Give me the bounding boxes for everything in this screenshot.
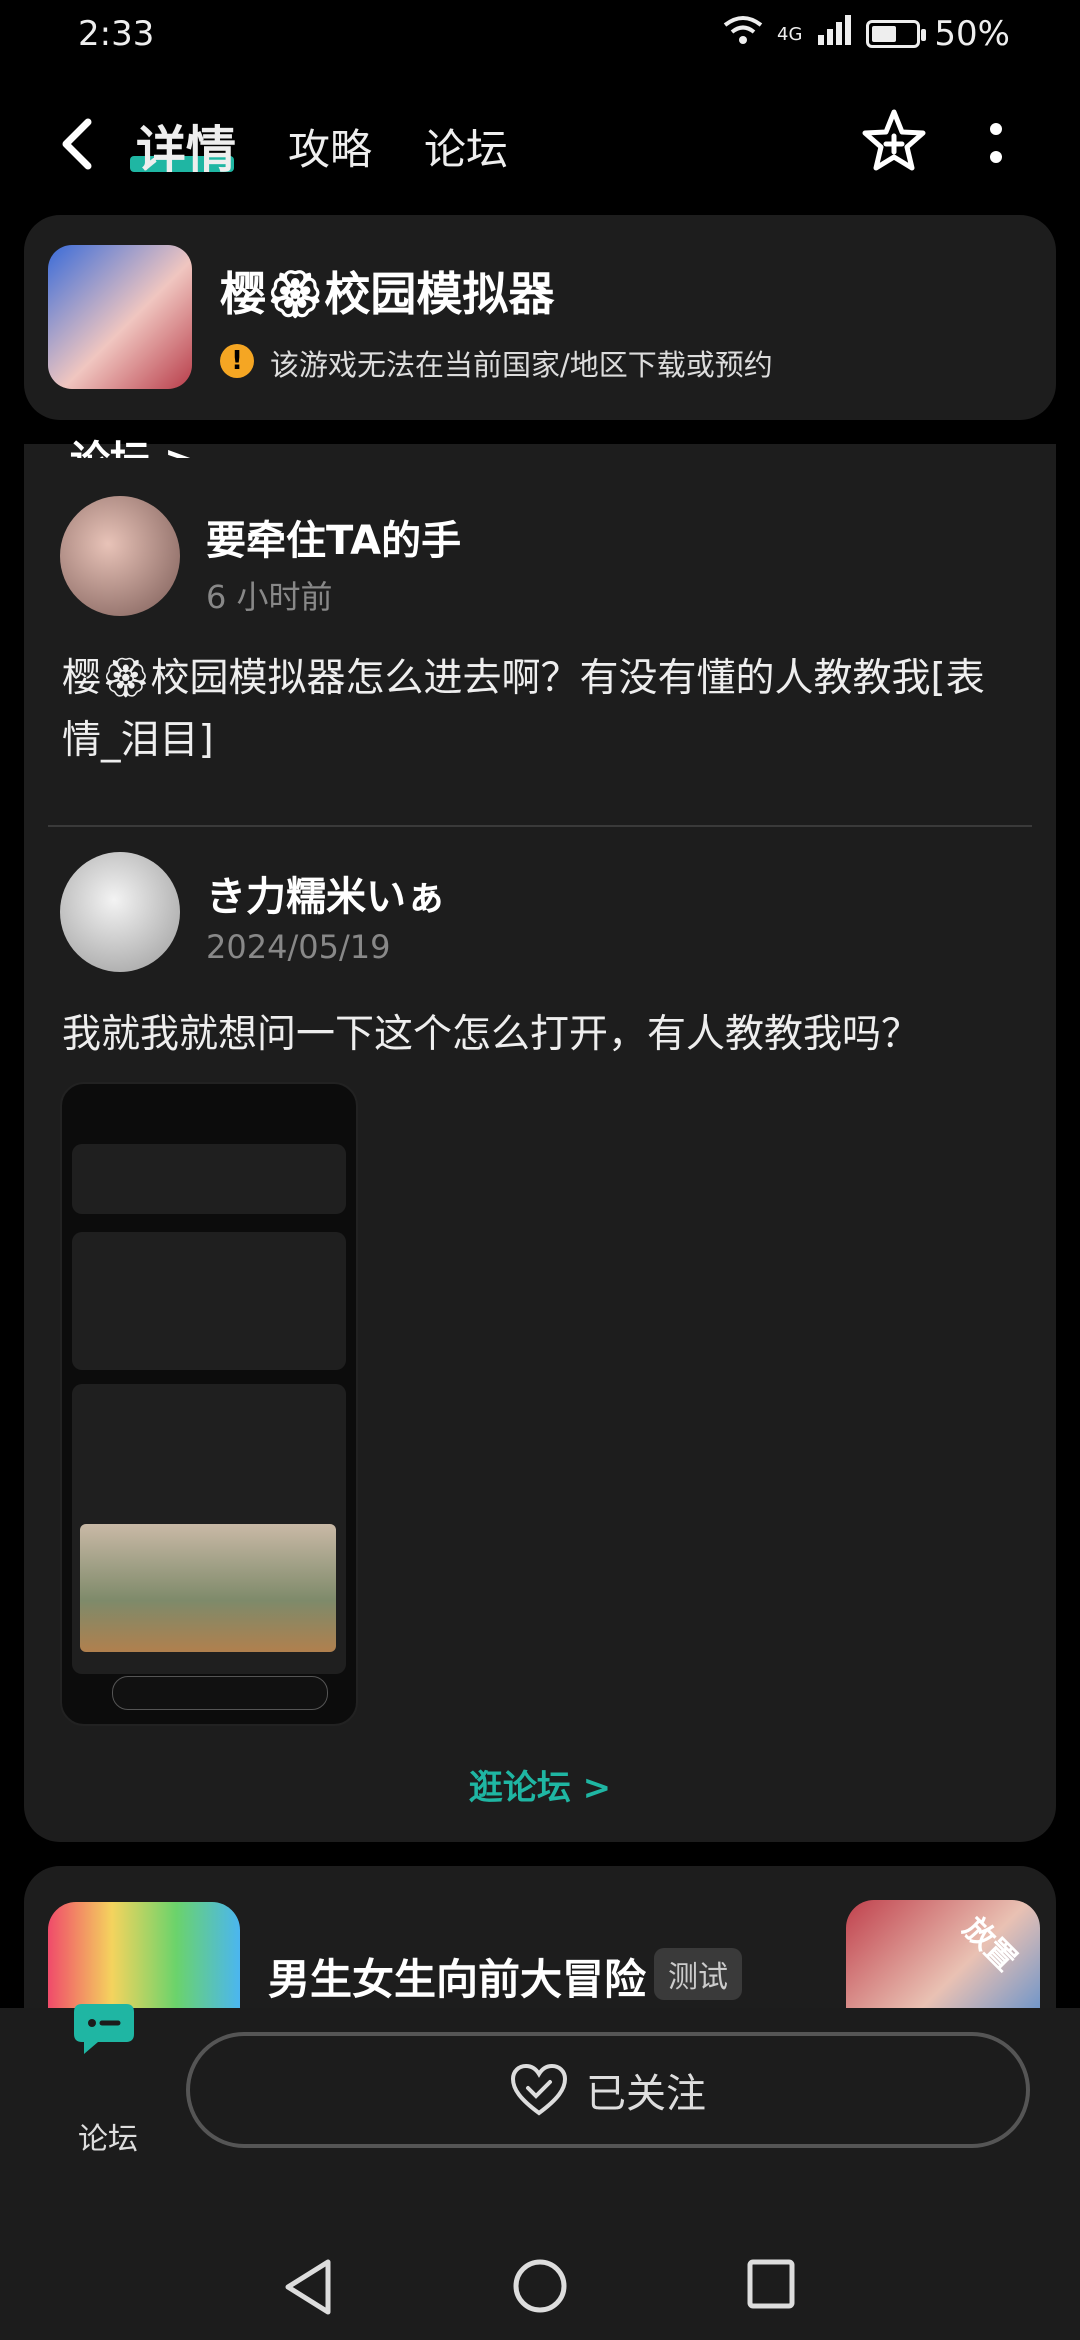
thumb-block [72,1232,346,1370]
star-plus-icon [862,109,926,171]
status-icons: 4G 50% [723,14,1010,54]
avatar[interactable] [60,496,180,616]
thumb-block [72,1144,346,1214]
forum-chat-icon[interactable] [74,2000,138,2064]
follow-button[interactable]: 已关注 [186,2032,1030,2148]
follow-button-label: 已关注 [586,2071,706,2117]
post-content[interactable]: 我就我就想问一下这个怎么打开，有人教教我吗？ [62,1004,1022,1066]
test-badge: 测试 [654,1948,742,2000]
post-author[interactable]: き力糯米いぁ [206,864,446,922]
recommended-game-banner[interactable]: 放置 [846,1900,1040,2012]
browse-forum-link[interactable]: 逛论坛 > [0,1760,1080,1809]
more-options-button[interactable] [988,122,1004,168]
game-icon[interactable] [48,245,192,389]
tab-forum[interactable]: 论坛 [424,116,508,177]
nav-home-button[interactable] [512,2258,568,2318]
recommended-game-title[interactable]: 男生女生向前大冒险 [268,1946,646,2007]
nav-back-button[interactable] [282,2258,334,2320]
post-divider [48,825,1032,827]
thumb-follow-button [112,1676,328,1710]
back-button[interactable] [58,118,94,174]
circle-home-icon [513,2259,567,2313]
triangle-back-icon [285,2259,331,2315]
post-time: 6 小时前 [206,578,333,616]
favorite-add-button[interactable] [862,108,926,176]
thumb-game-image [80,1524,336,1652]
region-notice: 该游戏无法在当前国家/地区下载或预约 [270,348,773,382]
wifi-icon [723,14,763,54]
tab-details[interactable]: 详情 [136,110,236,182]
square-recents-icon [747,2259,795,2309]
status-bar: 2:33 4G 50% [0,0,1080,76]
signal-icon [816,14,852,54]
recommended-game-icon[interactable] [48,1902,240,2012]
banner-label: 放置 [955,1910,1024,1979]
forum-nav-label[interactable]: 论坛 [78,2114,138,2158]
more-vertical-icon [990,123,1002,163]
game-title: 樱🏵校园模拟器 [220,267,555,321]
battery-icon [866,20,927,48]
battery-percent: 50% [934,14,1010,54]
post-content[interactable]: 樱🏵校园模拟器怎么进去啊？有没有懂的人教教我[表情_泪目] [62,648,1022,772]
tab-guides[interactable]: 攻略 [288,116,372,177]
forum-section-label[interactable]: 论坛 > [70,428,197,458]
post-image-thumbnail[interactable] [60,1082,358,1726]
network-type: 4G [777,23,803,45]
post-author[interactable]: 要牵住TA的手 [206,508,461,566]
avatar[interactable] [60,852,180,972]
status-time: 2:33 [78,14,155,54]
back-arrow-icon [62,118,92,170]
info-icon: ! [220,344,254,378]
nav-recents-button[interactable] [746,2258,796,2314]
post-time: 2024/05/19 [206,928,391,966]
heart-check-icon [510,2063,568,2116]
